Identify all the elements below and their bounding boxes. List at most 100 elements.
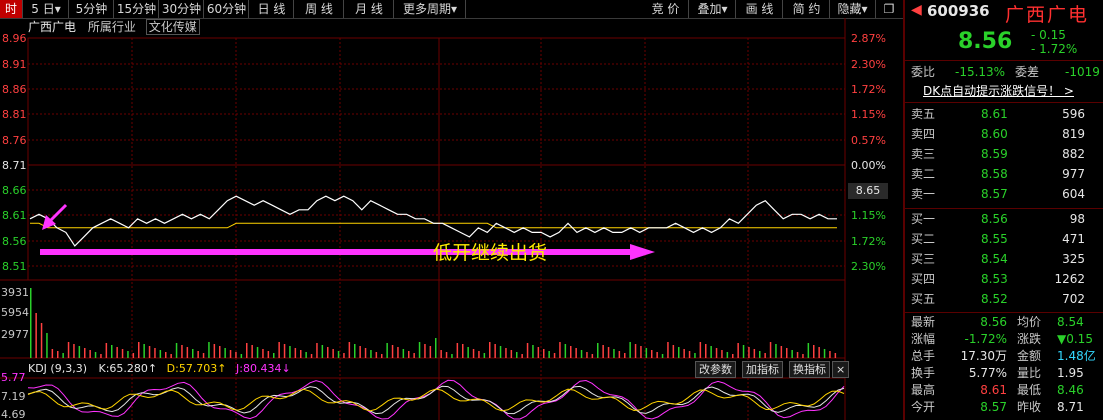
volume-bar <box>213 344 216 358</box>
bids-vol: 702 <box>1062 292 1085 306</box>
order-diff-label: 委差 <box>1015 65 1040 79</box>
stat-l1-2: 总手 <box>911 349 936 363</box>
volume-bar <box>278 342 280 358</box>
stat-v1-3: 5.77% <box>968 366 1007 380</box>
volume-bar <box>337 351 340 358</box>
volume-bar <box>802 354 804 358</box>
asks-vol: 819 <box>1062 127 1085 141</box>
bids-price[interactable]: 8.55 <box>981 229 1008 249</box>
asks-label: 卖四 <box>911 127 936 141</box>
bids-vol: 325 <box>1062 252 1085 266</box>
volume-bar <box>548 351 550 358</box>
volume-bar <box>154 348 156 358</box>
volume-bar <box>359 346 361 358</box>
volume-bar <box>229 350 232 358</box>
stat-v2-0: 8.54 <box>1057 315 1084 329</box>
volume-bar <box>764 353 766 358</box>
bids-price[interactable]: 8.52 <box>981 289 1008 309</box>
stat-v1-4: 8.61 <box>980 383 1007 397</box>
volume-bar <box>51 349 54 358</box>
volume-bar <box>748 347 750 358</box>
pct-axis-label: 0.00% <box>851 159 886 172</box>
volume-bar <box>316 343 318 358</box>
stat-v2-2: 1.48亿 <box>1057 349 1096 363</box>
panel-arrow-icon[interactable]: ◀ <box>911 2 922 18</box>
volume-bar <box>759 351 761 358</box>
bids-price[interactable]: 8.56 <box>981 209 1008 229</box>
volume-bar <box>181 345 183 358</box>
add-indicator-button[interactable]: 加指标 <box>742 361 783 378</box>
volume-bar <box>516 352 518 358</box>
volume-bar <box>661 354 664 358</box>
volume-bar <box>678 347 680 358</box>
volume-bar <box>688 351 691 358</box>
stat-l2-4: 最低 <box>1017 383 1042 397</box>
asks-price[interactable]: 8.58 <box>981 164 1008 184</box>
asks-price[interactable]: 8.59 <box>981 144 1008 164</box>
volume-bar <box>62 353 64 358</box>
stat-v2-3: 1.95 <box>1057 366 1084 380</box>
volume-bar <box>348 342 351 358</box>
pct-axis-label: 1.72% <box>851 83 886 96</box>
volume-bar <box>397 347 399 358</box>
volume-bar <box>327 347 329 358</box>
kdj-d-value: D:57.703↑ <box>166 362 227 375</box>
volume-bar <box>73 344 75 358</box>
volume-bar <box>138 342 140 358</box>
volume-bar <box>705 344 707 358</box>
asks-price[interactable]: 8.60 <box>981 124 1008 144</box>
annotation-text: 低开继续出货 <box>433 242 548 264</box>
stock-code: 600936 <box>927 2 990 20</box>
volume-bar <box>532 345 534 358</box>
current-price-tag: 8.65 <box>848 183 888 199</box>
switch-indicator-button[interactable]: 换指标 <box>789 361 830 378</box>
volume-bar <box>175 343 178 358</box>
volume-bar <box>667 342 669 358</box>
order-ratio-value: -15.13% <box>955 65 1006 79</box>
volume-bar <box>381 354 383 358</box>
volume-bar <box>100 354 102 358</box>
volume-bar <box>472 349 475 358</box>
volume-bar <box>580 350 583 358</box>
volume-bar <box>408 351 410 358</box>
kdj-header: KDJ (9,3,3) K:65.280↑ D:57.703↑ J:80.434… <box>28 361 291 376</box>
quote-panel: ◀ 600936 广西广电 8.56 - 0.15 - 1.72% 委比 -15… <box>903 0 1103 420</box>
volume-bar <box>170 354 172 358</box>
dk-signal-link[interactable]: DK点自动提示涨跌信号！ > <box>923 82 1074 100</box>
bids-label: 买一 <box>911 212 936 226</box>
volume-bar <box>526 343 529 358</box>
volume-bar <box>559 342 561 358</box>
volume-bar <box>121 349 124 358</box>
volume-bar <box>786 348 788 358</box>
volume-bar <box>202 353 205 358</box>
kdj-label[interactable]: KDJ (9,3,3) <box>28 362 87 375</box>
bids-label: 买四 <box>911 272 936 286</box>
order-diff-value: -1019 <box>1065 65 1100 79</box>
asks-price[interactable]: 8.57 <box>981 184 1008 204</box>
last-price: 8.56 <box>958 29 1013 54</box>
price-axis-label: 8.91 <box>2 58 27 71</box>
bids-price[interactable]: 8.53 <box>981 269 1008 289</box>
volume-bar <box>364 348 367 358</box>
order-ratio-label: 委比 <box>911 65 936 79</box>
volume-bar <box>732 354 734 358</box>
price-axis-label: 8.76 <box>2 134 27 147</box>
volume-bar <box>715 348 718 358</box>
volume-bar <box>435 338 437 358</box>
asks-vol: 604 <box>1062 187 1085 201</box>
close-indicator-button[interactable]: × <box>832 361 850 378</box>
stat-l1-5: 今开 <box>911 400 936 414</box>
intraday-chart[interactable]: 8.96 8.91 8.86 8.81 8.76 8.71 8.66 8.61 8.56 8.51… <box>0 0 903 420</box>
volume-bar <box>462 344 464 358</box>
stat-v1-5: 8.57 <box>980 400 1007 414</box>
kdj-k-value: K:65.280↑ <box>98 362 158 375</box>
price-change-pct: - 1.72% <box>1031 42 1078 56</box>
volume-bar <box>116 347 118 358</box>
asks-price[interactable]: 8.61 <box>981 104 1008 124</box>
change-params-button[interactable]: 改参数 <box>695 361 736 378</box>
stat-l2-3: 量比 <box>1017 366 1042 380</box>
volume-bar <box>769 342 772 358</box>
volume-bar <box>440 350 442 358</box>
bids-price[interactable]: 8.54 <box>981 249 1008 269</box>
volume-bar <box>246 343 248 358</box>
